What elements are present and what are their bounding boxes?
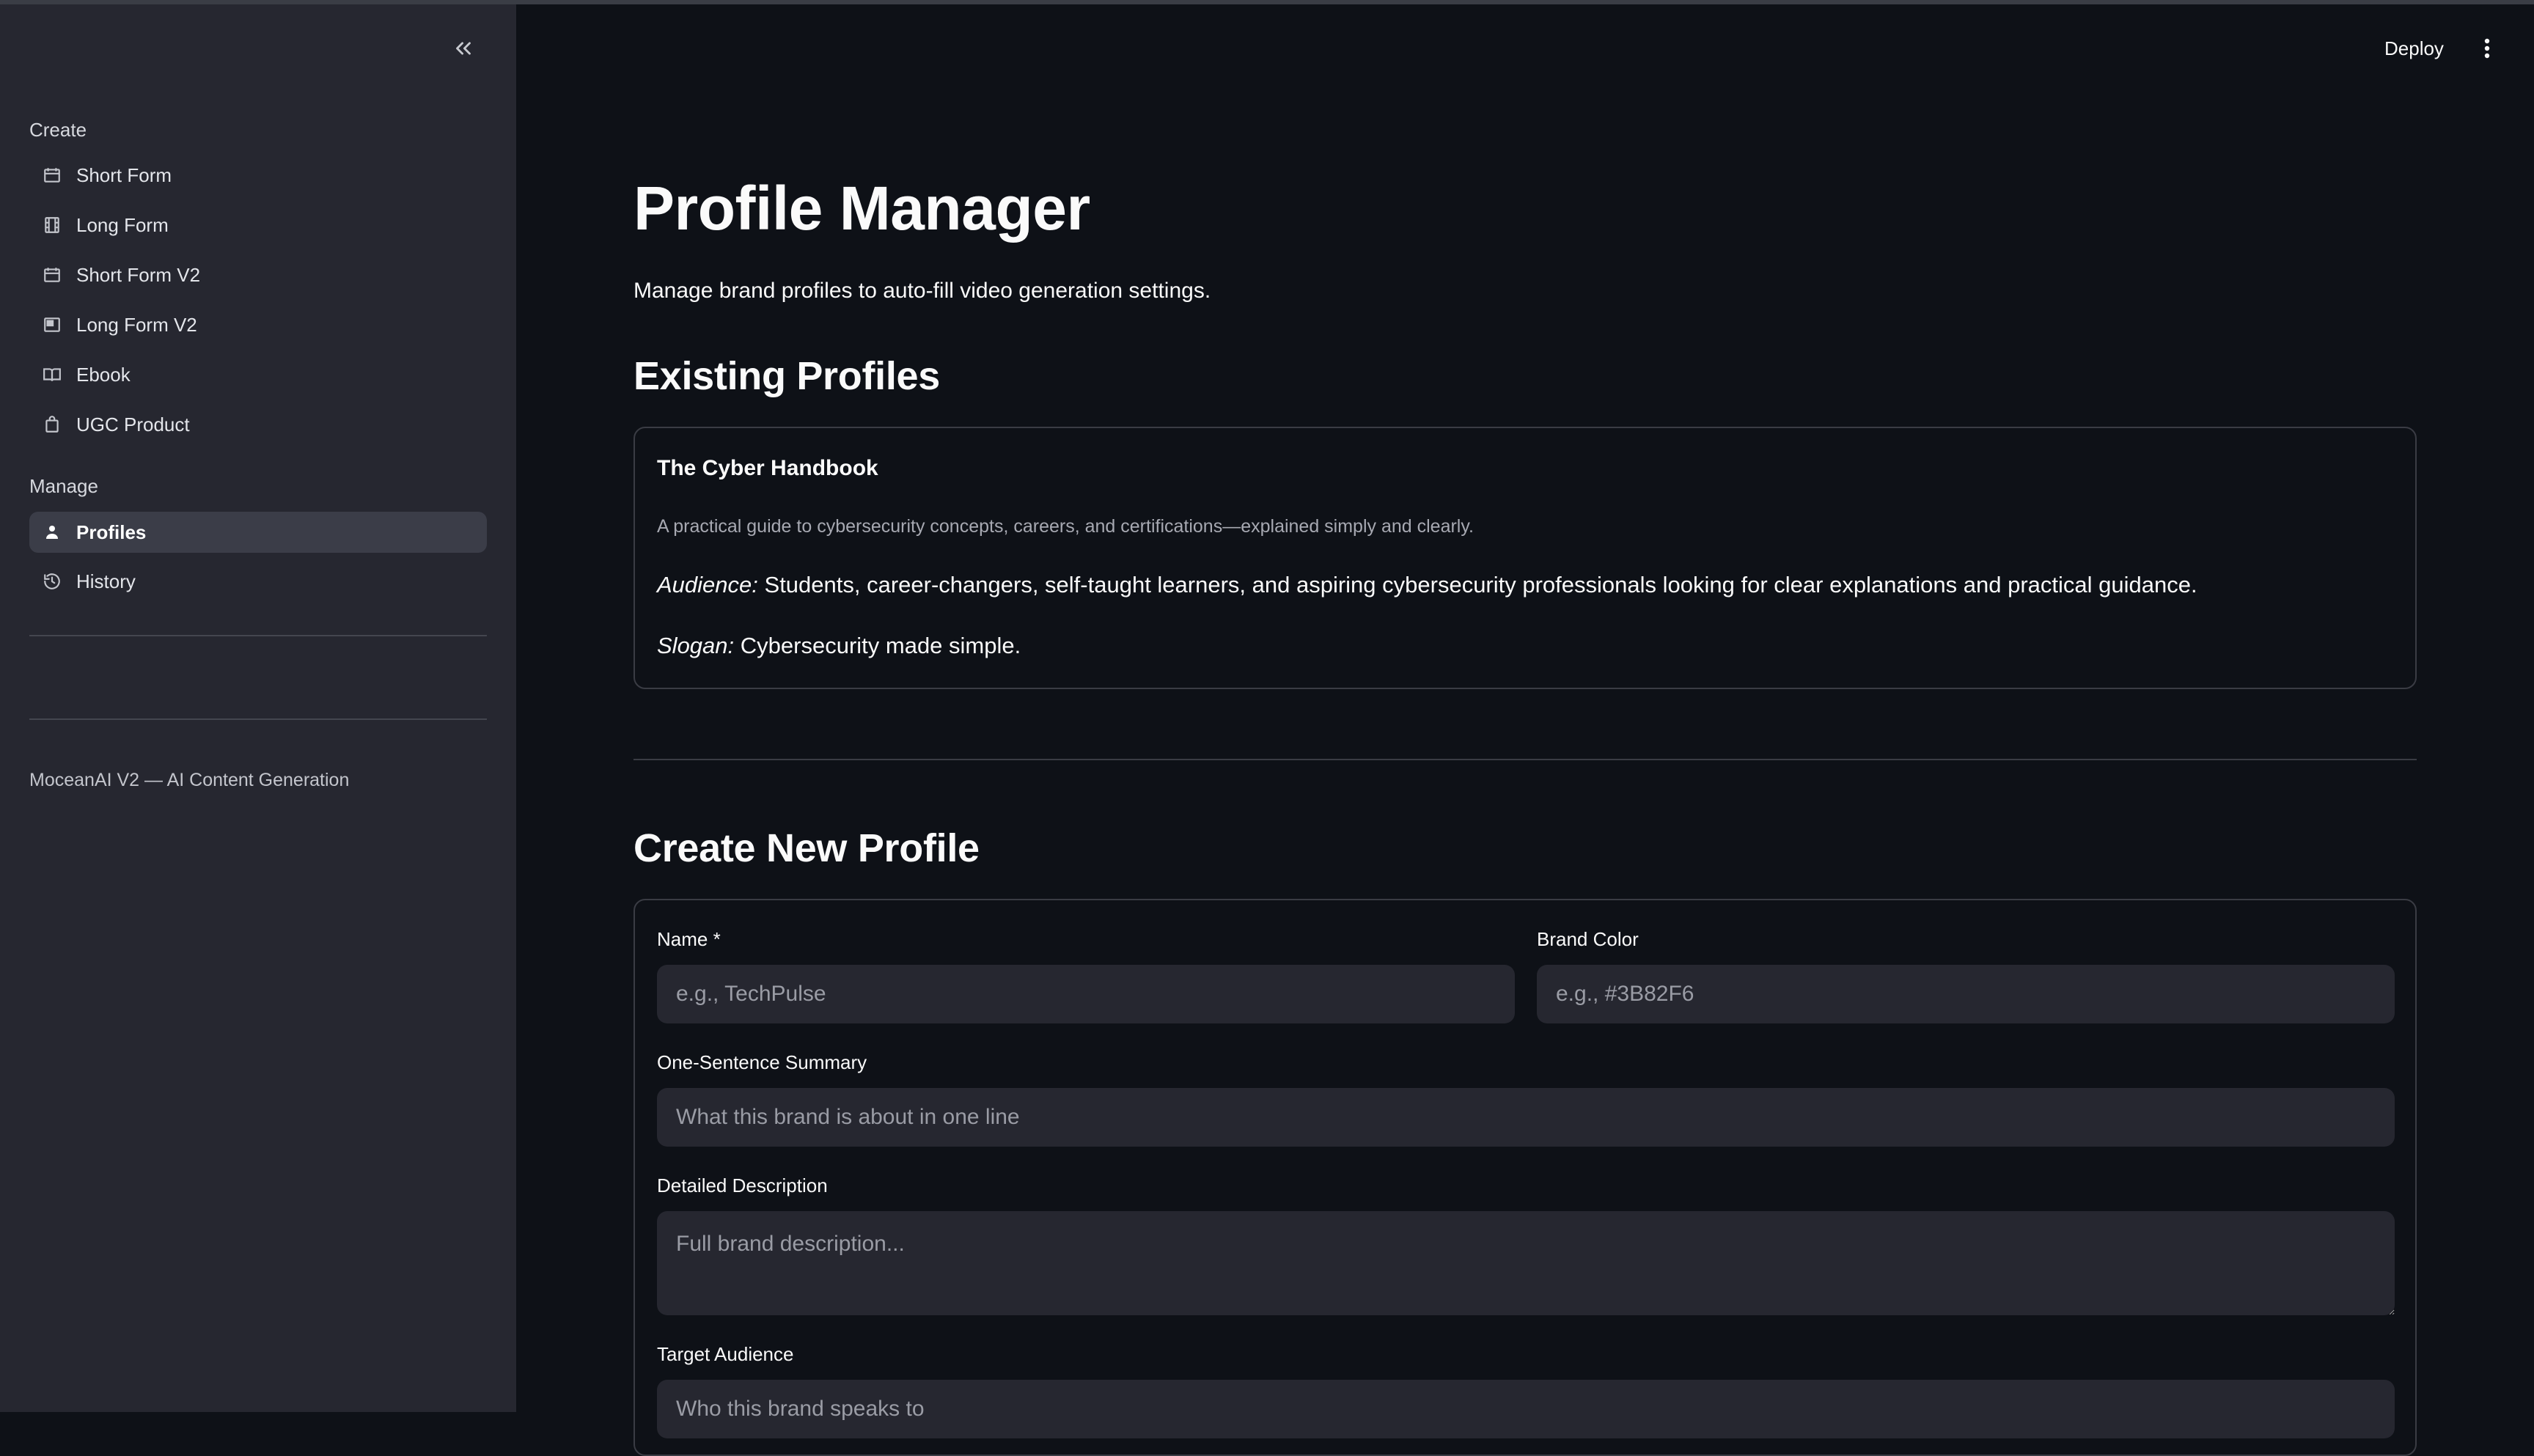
profile-card: The Cyber Handbook A practical guide to … [634,427,2417,689]
shopping-bag-icon [41,413,63,435]
chevrons-left-icon [456,42,471,55]
name-input[interactable] [657,965,1515,1023]
main-menu-button[interactable] [2471,32,2503,65]
summary-input[interactable] [657,1088,2395,1147]
sidebar-item-label: History [76,570,136,592]
profile-summary: A practical guide to cybersecurity conce… [657,516,1474,537]
section-divider [634,759,2417,760]
sidebar-item-profiles[interactable]: Profiles [29,512,487,553]
page-title: Profile Manager [634,174,1090,243]
sidebar-item-label: Ebook [76,363,131,386]
sidebar-item-long-form-v2[interactable]: Long Form V2 [29,304,487,345]
sidebar-item-history[interactable]: History [29,561,487,602]
description-label: Detailed Description [657,1174,828,1196]
description-textarea[interactable] [657,1211,2395,1315]
target-audience-label: Target Audience [657,1343,794,1365]
sidebar-divider [29,635,487,636]
sidebar: Create Short Form Long Form Short Form V… [0,0,516,1412]
sidebar-section-manage: Manage [29,475,98,497]
sidebar-item-label: Short Form [76,163,172,186]
audience-value: Students, career-changers, self-taught l… [764,572,2197,598]
sidebar-item-label: Long Form V2 [76,313,197,336]
existing-profiles-heading: Existing Profiles [634,354,941,398]
sidebar-item-long-form[interactable]: Long Form [29,205,487,246]
target-audience-input[interactable] [657,1380,2395,1438]
deploy-button[interactable]: Deploy [2376,32,2453,65]
create-profile-heading: Create New Profile [634,826,980,870]
sidebar-item-short-form-v2[interactable]: Short Form V2 [29,254,487,295]
sidebar-item-ebook[interactable]: Ebook [29,354,487,395]
book-icon [41,364,63,386]
more-vertical-icon [2484,38,2490,59]
sidebar-footer: MoceanAI V2 — AI Content Generation [29,770,350,790]
brand-color-input[interactable] [1537,965,2395,1023]
history-icon [41,570,63,592]
top-loading-bar [0,0,2534,4]
calendar-icon [41,164,63,186]
page-subtitle: Manage brand profiles to auto-fill video… [634,279,1211,303]
slogan-value: Cybersecurity made simple. [740,633,1021,658]
sidebar-divider [29,718,487,720]
profile-audience: Audience: Students, career-changers, sel… [657,572,2197,598]
sidebar-item-short-form[interactable]: Short Form [29,155,487,196]
calendar-icon [41,264,63,286]
person-icon [41,521,63,543]
film-icon [41,214,63,236]
name-label: Name * [657,928,721,950]
create-profile-form: Name * Brand Color One-Sentence Summary … [634,899,2417,1456]
slogan-label: Slogan: [657,633,735,658]
audience-label: Audience: [657,572,758,598]
brand-color-label: Brand Color [1537,928,1639,950]
summary-label: One-Sentence Summary [657,1051,867,1073]
screen-icon [41,314,63,336]
sidebar-item-ugc-product[interactable]: UGC Product [29,404,487,445]
collapse-sidebar-button[interactable] [447,32,480,65]
sidebar-item-label: Short Form V2 [76,263,201,286]
sidebar-item-label: Profiles [76,521,147,543]
sidebar-item-label: UGC Product [76,413,190,435]
profile-slogan: Slogan: Cybersecurity made simple. [657,633,1021,659]
profile-name: The Cyber Handbook [657,456,878,480]
sidebar-section-create: Create [29,119,87,141]
sidebar-item-label: Long Form [76,213,169,236]
